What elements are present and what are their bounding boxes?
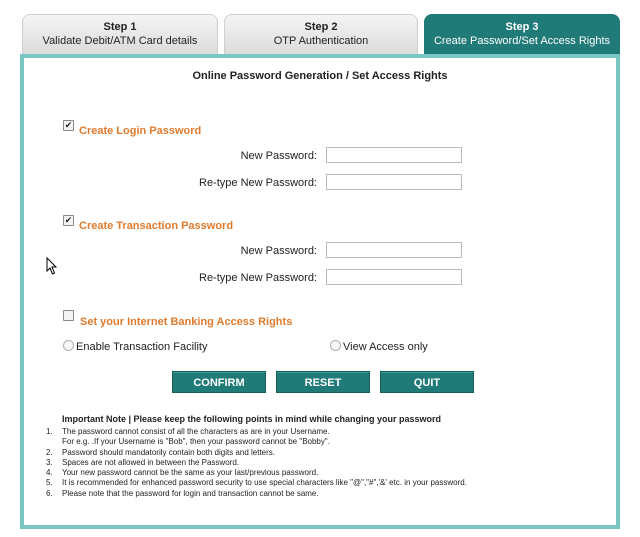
access-rights-checkbox[interactable] xyxy=(63,310,74,321)
step-2-title: Step 2 xyxy=(304,21,338,33)
transaction-new-password-input[interactable] xyxy=(326,242,462,258)
transaction-retype-password-input[interactable] xyxy=(326,269,462,285)
note-item: 6. Please note that the password for logi… xyxy=(46,488,319,498)
notes-list: 1. The password cannot consist of all the… xyxy=(46,427,467,499)
enable-transaction-label: Enable Transaction Facility xyxy=(76,341,208,353)
mouse-pointer-icon xyxy=(46,257,58,275)
transaction-password-section-label: Create Transaction Password xyxy=(79,220,234,232)
important-note-title: Important Note | Please keep the followi… xyxy=(62,414,442,424)
note-item: 4. Your new password cannot be the same a… xyxy=(46,468,319,478)
note-item: 1. The password cannot consist of all the… xyxy=(46,427,330,447)
enable-transaction-radio[interactable] xyxy=(63,340,74,351)
password-form-panel: Online Password Generation / Set Access … xyxy=(20,54,620,529)
note-item: 2. Password should mandatorily contain bo… xyxy=(46,447,276,457)
reset-button[interactable]: RESET xyxy=(276,371,370,393)
access-rights-section-label: Set your Internet Banking Access Rights xyxy=(80,316,293,328)
step-3-title: Step 3 xyxy=(505,21,539,33)
step-3-subtitle: Create Password/Set Access Rights xyxy=(433,35,611,47)
transaction-new-password-label: New Password: xyxy=(240,245,317,257)
login-new-password-input[interactable] xyxy=(326,147,462,163)
tab-step-1[interactable]: Step 1 Validate Debit/ATM Card details xyxy=(22,14,218,54)
transaction-password-checkbox[interactable]: ✔ xyxy=(63,215,74,226)
tab-step-3[interactable]: Step 3 Create Password/Set Access Rights xyxy=(424,14,620,54)
page-title: Online Password Generation / Set Access … xyxy=(192,70,448,82)
login-password-section-label: Create Login Password xyxy=(79,125,202,137)
note-item: 3. Spaces are not allowed in between the … xyxy=(46,457,239,467)
step-1-subtitle: Validate Debit/ATM Card details xyxy=(42,35,198,47)
step-1-title: Step 1 xyxy=(103,21,137,33)
quit-button[interactable]: QUIT xyxy=(380,371,474,393)
note-item: 5. It is recommended for enhanced passwor… xyxy=(46,478,467,488)
login-password-checkbox[interactable]: ✔ xyxy=(63,120,74,131)
login-retype-password-input[interactable] xyxy=(326,174,462,190)
step-2-subtitle: OTP Authentication xyxy=(273,35,369,47)
confirm-button[interactable]: CONFIRM xyxy=(172,371,266,393)
view-access-label: View Access only xyxy=(343,341,428,353)
transaction-retype-password-label: Re-type New Password: xyxy=(199,272,317,284)
tab-step-2[interactable]: Step 2 OTP Authentication xyxy=(224,14,418,54)
login-retype-password-label: Re-type New Password: xyxy=(199,177,317,189)
login-new-password-label: New Password: xyxy=(240,150,317,162)
view-access-radio[interactable] xyxy=(330,340,341,351)
